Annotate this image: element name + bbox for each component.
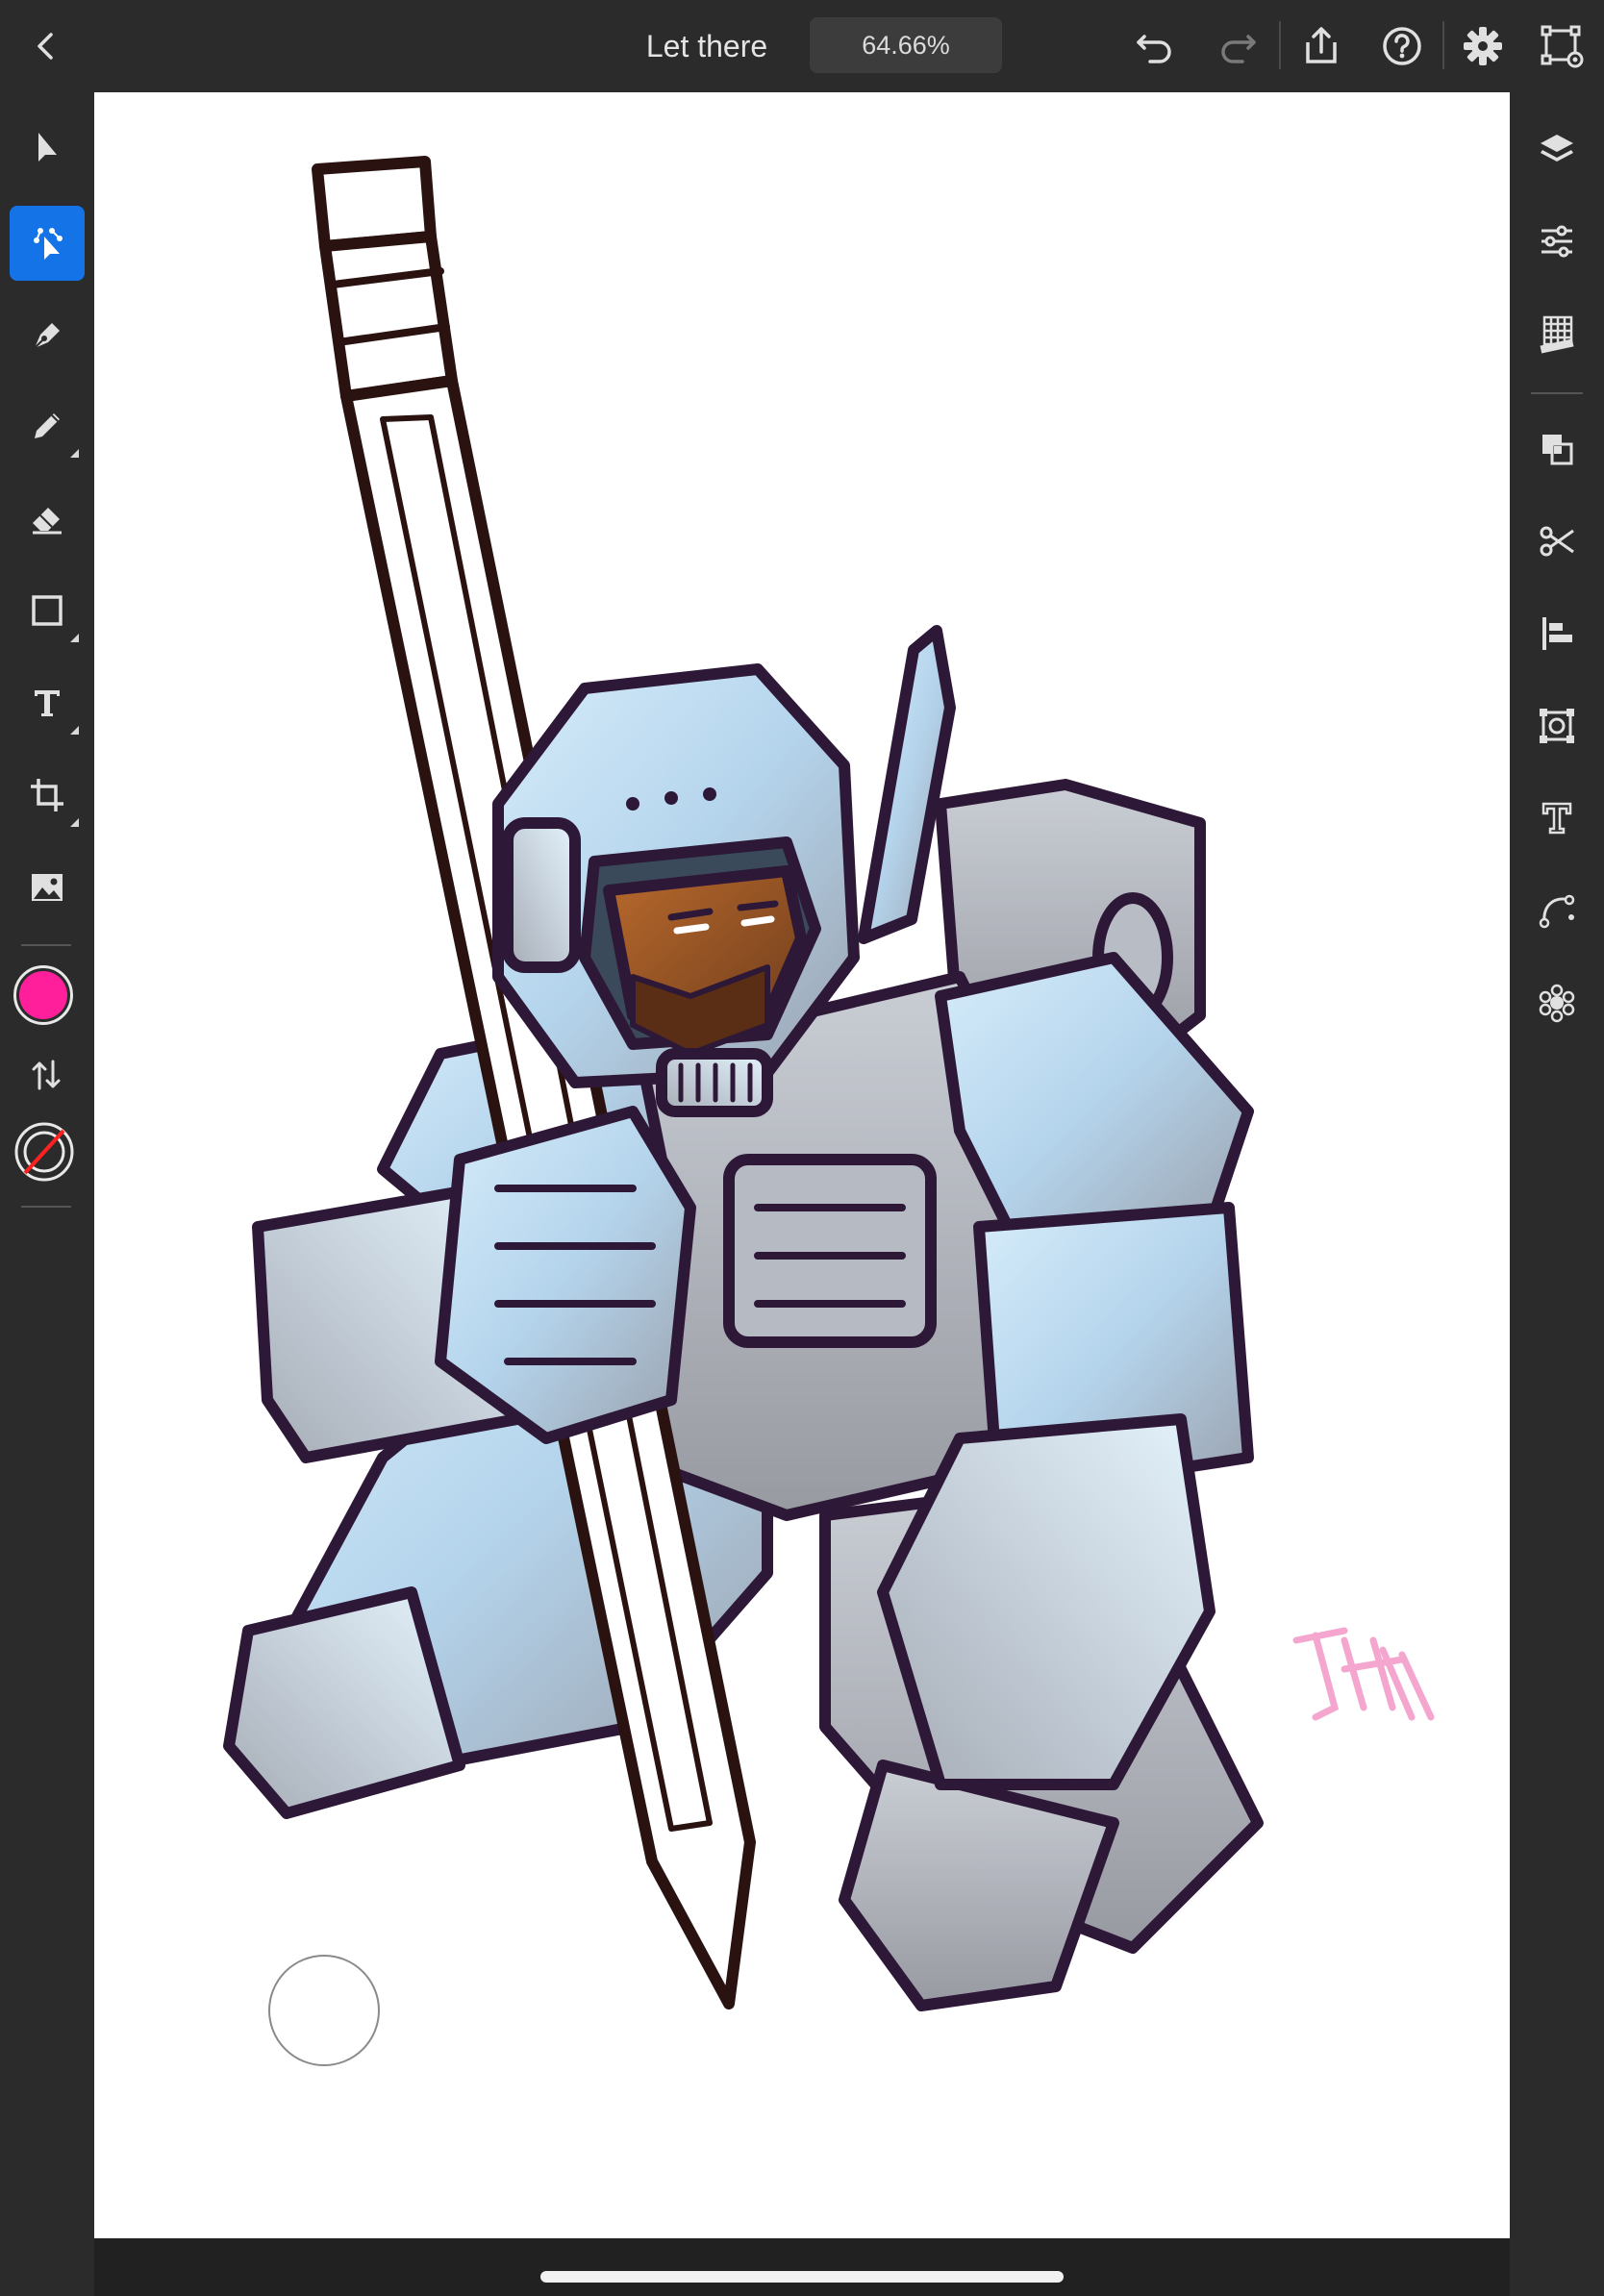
direct-selection-tool[interactable]	[10, 206, 85, 281]
redo-icon[interactable]	[1216, 23, 1262, 69]
cut-scissors-icon[interactable]	[1527, 512, 1587, 571]
shape-tool[interactable]	[10, 573, 85, 648]
eraser-tool[interactable]	[10, 481, 85, 556]
direct-select-icon	[34, 228, 63, 260]
image-icon	[32, 874, 63, 901]
tools-panel	[0, 92, 94, 2296]
layers-icon[interactable]	[1527, 119, 1587, 179]
home-indicator[interactable]	[540, 2271, 1064, 2283]
type-tool[interactable]	[10, 665, 85, 740]
tools-divider	[21, 944, 71, 946]
top-toolbar: Let there 64.66%	[0, 0, 1604, 92]
path-icon[interactable]	[1527, 881, 1587, 940]
align-icon[interactable]	[1527, 604, 1587, 663]
toolbar-divider	[1442, 21, 1444, 69]
chest-plate	[723, 1154, 937, 1348]
helmet-side-module	[502, 817, 581, 973]
touch-shortcut-icon[interactable]	[1539, 23, 1585, 69]
selection-tool[interactable]	[10, 110, 85, 185]
document-title[interactable]: Let there	[577, 25, 837, 67]
arrow-pointer-icon	[38, 133, 57, 162]
left-fist	[435, 1106, 696, 1444]
settings-icon[interactable]	[1460, 23, 1506, 69]
properties-panel	[1510, 92, 1604, 2296]
swap-colors-icon[interactable]	[27, 1056, 65, 1094]
submenu-indicator	[70, 818, 79, 827]
submenu-indicator	[70, 449, 79, 458]
bottom-strip	[94, 2238, 1510, 2296]
stroke-color-swatch[interactable]	[13, 1121, 75, 1183]
artboard-canvas[interactable]	[94, 92, 1510, 2238]
arrange-icon[interactable]	[1527, 419, 1587, 479]
eraser-icon	[33, 508, 62, 535]
text-properties-icon[interactable]	[1527, 788, 1587, 848]
back-chevron-icon[interactable]	[27, 27, 65, 65]
fill-color-swatch[interactable]	[13, 965, 73, 1025]
panel-divider	[1531, 392, 1583, 394]
share-icon[interactable]	[1298, 23, 1344, 69]
undo-icon[interactable]	[1131, 23, 1177, 69]
artist-signature	[1292, 1627, 1435, 1721]
toolbar-divider	[1279, 21, 1281, 69]
submenu-indicator	[70, 726, 79, 735]
rectangle-icon	[32, 595, 63, 626]
left-boot	[223, 1586, 465, 1819]
pen-nib-icon	[34, 323, 60, 349]
pencil-icon	[35, 413, 60, 438]
fill-color-dot	[19, 971, 67, 1019]
image-trace-icon[interactable]	[1527, 696, 1587, 756]
helmet-antenna	[858, 625, 956, 944]
crop-transform-icon	[31, 779, 63, 811]
touch-modifier-circle[interactable]	[268, 1955, 380, 2066]
pen-tool[interactable]	[10, 296, 85, 371]
properties-sliders-icon[interactable]	[1527, 212, 1587, 271]
type-t-icon	[35, 690, 60, 716]
tools-divider	[21, 1206, 71, 1208]
astronaut-pencil-artwork[interactable]	[94, 92, 1510, 2238]
transform-tool[interactable]	[10, 758, 85, 833]
pencil-tool[interactable]	[10, 388, 85, 463]
submenu-indicator	[70, 634, 79, 642]
grid-ruler-icon[interactable]	[1527, 304, 1587, 363]
repeat-icon[interactable]	[1527, 973, 1587, 1033]
image-tool[interactable]	[10, 850, 85, 925]
help-icon[interactable]	[1379, 23, 1425, 69]
zoom-level-field[interactable]: 64.66%	[810, 17, 1002, 73]
